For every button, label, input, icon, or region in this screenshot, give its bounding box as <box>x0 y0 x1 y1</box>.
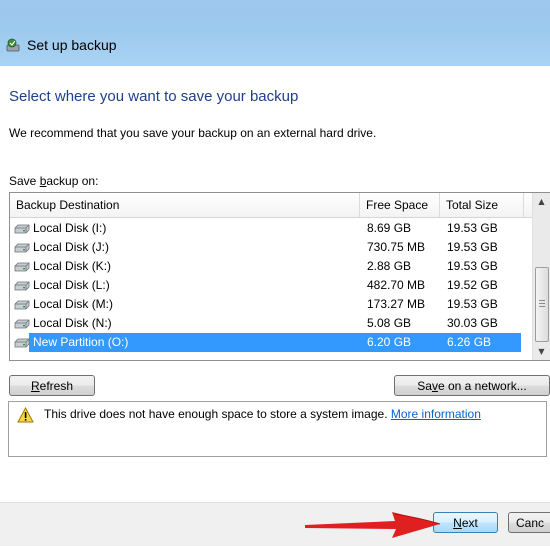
backup-icon <box>6 38 20 52</box>
hard-drive-icon <box>14 243 30 253</box>
total-size-value: 19.52 GB <box>447 278 498 292</box>
free-space-value: 173.27 MB <box>367 297 426 311</box>
destination-name: Local Disk (L:) <box>33 278 110 292</box>
total-size-value: 6.26 GB <box>447 335 492 349</box>
hard-drive-icon <box>14 224 30 234</box>
warning-icon <box>17 407 34 423</box>
destination-name: New Partition (O:) <box>33 335 129 349</box>
list-header: Backup Destination Free Space Total Size <box>10 193 532 218</box>
warning-message: This drive does not have enough space to… <box>44 407 481 421</box>
hard-drive-icon <box>14 262 30 272</box>
destination-name: Local Disk (J:) <box>33 240 110 254</box>
refresh-button[interactable]: Refresh <box>9 375 95 396</box>
destination-name: Local Disk (N:) <box>33 316 112 330</box>
page-heading: Select where you want to save your backu… <box>9 88 299 105</box>
table-row[interactable]: Local Disk (I:) 8.69 GB 19.53 GB <box>10 219 532 238</box>
hard-drive-icon <box>14 300 30 310</box>
destination-name: Local Disk (I:) <box>33 221 107 235</box>
red-annotation-arrow-icon <box>305 512 441 538</box>
free-space-value: 730.75 MB <box>367 240 426 254</box>
save-backup-label: Save backup on: <box>9 174 99 188</box>
total-size-value: 19.53 GB <box>447 221 498 235</box>
hard-drive-icon <box>14 319 30 329</box>
recommendation-text: We recommend that you save your backup o… <box>9 126 377 140</box>
free-space-value: 8.69 GB <box>367 221 412 235</box>
save-on-network-button[interactable]: Save on a network... <box>394 375 550 396</box>
hard-drive-icon <box>14 338 30 348</box>
total-size-value: 19.53 GB <box>447 259 498 273</box>
free-space-value: 482.70 MB <box>367 278 426 292</box>
table-row[interactable]: Local Disk (N:) 5.08 GB 30.03 GB <box>10 314 532 333</box>
free-space-value: 5.08 GB <box>367 316 412 330</box>
backup-destination-list[interactable]: Backup Destination Free Space Total Size… <box>9 192 550 361</box>
column-header-total-size[interactable]: Total Size <box>440 193 524 217</box>
table-row[interactable]: New Partition (O:) 6.20 GB 6.26 GB <box>10 333 532 352</box>
free-space-value: 2.88 GB <box>367 259 412 273</box>
vertical-scrollbar[interactable]: ▲ ▼ <box>532 193 550 360</box>
table-row[interactable]: Local Disk (K:) 2.88 GB 19.53 GB <box>10 257 532 276</box>
free-space-value: 6.20 GB <box>367 335 412 349</box>
column-header-destination[interactable]: Backup Destination <box>10 193 360 217</box>
total-size-value: 19.53 GB <box>447 240 498 254</box>
warning-box: This drive does not have enough space to… <box>8 401 547 457</box>
cancel-button[interactable]: Canc <box>508 512 550 533</box>
scroll-thumb[interactable] <box>535 267 549 342</box>
destination-name: Local Disk (K:) <box>33 259 112 273</box>
hard-drive-icon <box>14 281 30 291</box>
total-size-value: 30.03 GB <box>447 316 498 330</box>
table-row[interactable]: Local Disk (L:) 482.70 MB 19.52 GB <box>10 276 532 295</box>
warning-text: This drive does not have enough space to… <box>44 407 391 421</box>
title-bar: Set up backup <box>0 0 550 66</box>
column-header-free-space[interactable]: Free Space <box>360 193 440 217</box>
table-row[interactable]: Local Disk (M:) 173.27 MB 19.53 GB <box>10 295 532 314</box>
destination-name: Local Disk (M:) <box>33 297 114 311</box>
scroll-up-arrow-icon[interactable]: ▲ <box>533 193 550 210</box>
more-information-link[interactable]: More information <box>391 407 481 421</box>
total-size-value: 19.53 GB <box>447 297 498 311</box>
table-row[interactable]: Local Disk (J:) 730.75 MB 19.53 GB <box>10 238 532 257</box>
scroll-down-arrow-icon[interactable]: ▼ <box>533 343 550 360</box>
window-title: Set up backup <box>27 37 117 53</box>
